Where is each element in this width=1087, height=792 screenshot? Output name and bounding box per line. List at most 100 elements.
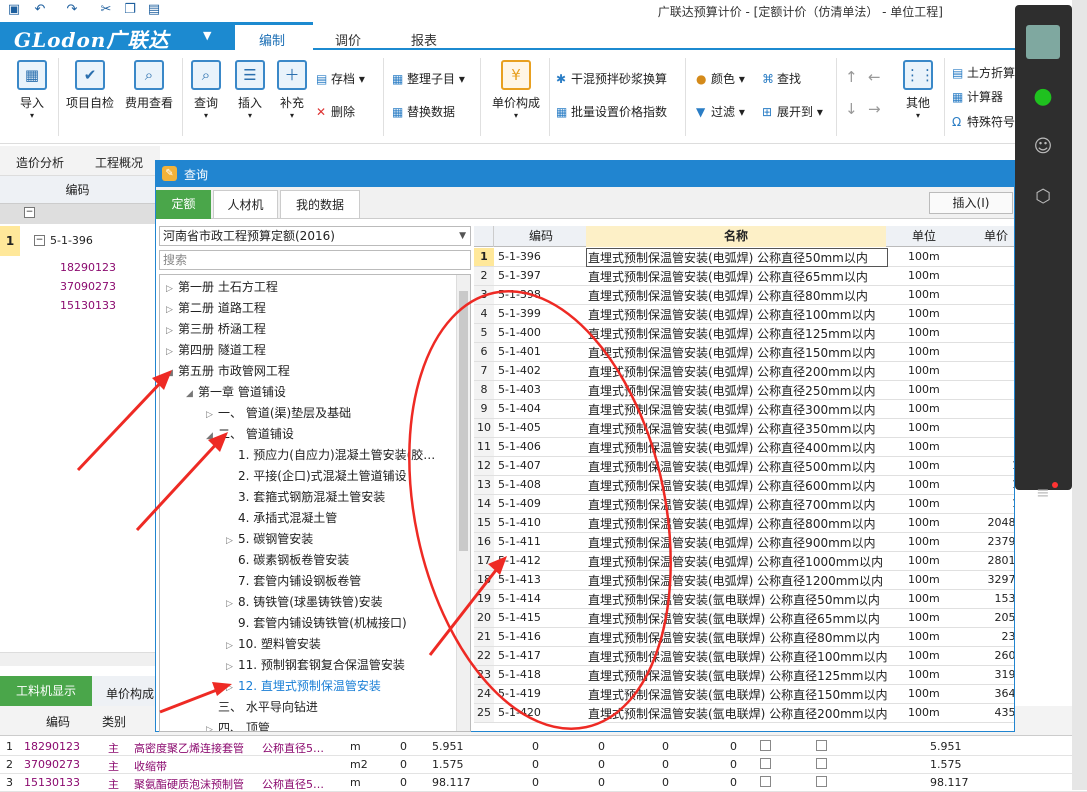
- expand-toggle-icon[interactable]: ▷: [166, 342, 178, 363]
- delete-button[interactable]: ✕ 删除: [316, 103, 355, 120]
- checkbox[interactable]: [760, 758, 771, 769]
- tab-labor-material[interactable]: 人材机: [213, 190, 278, 219]
- search-input[interactable]: 搜索: [159, 250, 471, 270]
- tree-node[interactable]: ▷ 第二册 道路工程: [166, 298, 266, 319]
- grid-row[interactable]: 21 5-1-416 直埋式预制保温管安装(氩电联焊) 公称直径80mm以内 100m…: [474, 628, 1014, 647]
- expand-toggle-icon[interactable]: ▷: [166, 279, 178, 300]
- dialog-title-bar[interactable]: ✎ 查询: [156, 161, 1014, 187]
- grid-row[interactable]: 19 5-1-414 直埋式预制保温管安装(氩电联焊) 公称直径50mm以内 100m…: [474, 590, 1014, 609]
- self-check-button[interactable]: ✔ 项目自检: [62, 60, 118, 111]
- grid-row[interactable]: 15-1-396直埋式预制保温管安装(电弧焊) 公称直径50mm以内100m14…: [474, 248, 1014, 267]
- left-code-item[interactable]: 18290123: [60, 261, 116, 274]
- organize-button[interactable]: ▦ 整理子目 ▾: [392, 70, 465, 87]
- tree-node[interactable]: ◢ 第五册 市政管网工程: [166, 361, 290, 382]
- menu-tab-edit[interactable]: 编制: [259, 30, 285, 49]
- grid-row[interactable]: 22 5-1-417 直埋式预制保温管安装(氩电联焊) 公称直径100mm以内 100…: [474, 647, 1014, 666]
- grid-row[interactable]: 6 5-1-401 直埋式预制保温管安装(电弧焊) 公称直径150mm以内 100m 3…: [474, 343, 1014, 362]
- tree-node[interactable]: 三、 水平导向钻进: [206, 697, 318, 718]
- menu-tab-report[interactable]: 报表: [411, 30, 437, 49]
- checkbox[interactable]: [760, 776, 771, 787]
- grid-row[interactable]: 12 5-1-407 直埋式预制保温管安装(电弧焊) 公称直径500mm以内 100m…: [474, 457, 1014, 476]
- filter-button[interactable]: ▼ 过滤 ▾: [696, 103, 745, 120]
- move-up-icon[interactable]: ↑: [845, 68, 858, 86]
- chat-icon[interactable]: ●: [1029, 83, 1057, 111]
- fee-view-button[interactable]: ⌕ 费用查看: [121, 60, 177, 111]
- mortar-convert-button[interactable]: ✱ 干混预拌砂浆换算: [556, 70, 667, 87]
- tree-node[interactable]: ▷ 12. 直埋式预制保温管安装: [226, 676, 381, 697]
- tree-node[interactable]: ▷ 10. 塑料管安装: [226, 634, 321, 655]
- expand-toggle-icon[interactable]: ▷: [226, 678, 238, 699]
- expand-toggle-icon[interactable]: ▷: [166, 321, 178, 342]
- grid-row[interactable]: 24 5-1-419 直埋式预制保温管安装(氩电联焊) 公称直径150mm以内 100…: [474, 685, 1014, 704]
- move-down-icon[interactable]: ↓: [845, 100, 858, 118]
- import-button[interactable]: ▦ 导入 ▾: [12, 60, 52, 120]
- supplement-button[interactable]: ＋补充 ▾: [272, 60, 312, 120]
- save-archive-button[interactable]: ▤ 存档 ▾: [316, 70, 365, 87]
- checkbox[interactable]: [760, 740, 771, 751]
- expand-toggle-icon[interactable]: ◢: [186, 384, 198, 405]
- tab-project-overview[interactable]: 工程概况: [95, 154, 143, 171]
- tab-material-display[interactable]: 工料机显示: [0, 676, 92, 706]
- expand-toggle-icon[interactable]: ▷: [166, 300, 178, 321]
- tab-my-data[interactable]: 我的数据: [280, 190, 360, 219]
- query-button[interactable]: ⌕ 查询 ▾: [186, 60, 226, 120]
- redo-icon[interactable]: ↷: [64, 2, 80, 18]
- tab-unit-price-composition[interactable]: 单价构成: [106, 685, 154, 702]
- save-icon[interactable]: ▣: [6, 2, 22, 18]
- grid-row[interactable]: 18 5-1-413 直埋式预制保温管安装(电弧焊) 公称直径1200mm以内 100…: [474, 571, 1014, 590]
- tree-node[interactable]: ▷ 5. 碳钢管安装: [226, 529, 313, 550]
- left-code-item[interactable]: 37090273: [60, 280, 116, 293]
- expand-toggle-icon[interactable]: ▷: [226, 657, 238, 678]
- box-icon[interactable]: ⬡: [1029, 183, 1057, 211]
- tree-node[interactable]: 4. 承插式混凝土管: [226, 508, 337, 529]
- logo-bar[interactable]: GLodon广联达 ▼: [0, 22, 235, 52]
- expand-to-button[interactable]: ⊞ 展开到 ▾: [762, 103, 823, 120]
- grid-row[interactable]: 4 5-1-399 直埋式预制保温管安装(电弧焊) 公称直径100mm以内 100m 2…: [474, 305, 1014, 324]
- grid-row[interactable]: 13 5-1-408 直埋式预制保温管安装(电弧焊) 公称直径600mm以内 100m…: [474, 476, 1014, 495]
- contacts-icon[interactable]: ☺: [1029, 133, 1057, 161]
- grid-row[interactable]: 2 5-1-397 直埋式预制保温管安装(电弧焊) 公称直径65mm以内 100m 20…: [474, 267, 1014, 286]
- chevron-down-icon[interactable]: ▼: [459, 227, 466, 245]
- expand-toggle-icon[interactable]: ◢: [206, 426, 218, 447]
- expand-toggle-icon[interactable]: ▷: [226, 531, 238, 552]
- grid-row[interactable]: 14 5-1-409 直埋式预制保温管安装(电弧焊) 公称直径700mm以内 100m…: [474, 495, 1014, 514]
- tree-node[interactable]: 1. 预应力(自应力)混凝土管安装(胶…: [226, 445, 435, 466]
- chevron-down-icon[interactable]: ▼: [203, 29, 211, 42]
- checkbox[interactable]: [816, 740, 827, 751]
- bottom-table-row[interactable]: 1 18290123 主 高密度聚乙烯连接套管 公称直径5… m 0 5.951 0 0 0 0 5.9…: [0, 738, 1087, 756]
- grid-row[interactable]: 11 5-1-406 直埋式预制保温管安装(电弧焊) 公称直径400mm以内 100m…: [474, 438, 1014, 457]
- grid-row[interactable]: 10 5-1-405 直埋式预制保温管安装(电弧焊) 公称直径350mm以内 100m…: [474, 419, 1014, 438]
- tree-node[interactable]: 6. 碳素钢板卷管安装: [226, 550, 349, 571]
- tree-node[interactable]: ▷ 8. 铸铁管(球墨铸铁管)安装: [226, 592, 383, 613]
- grid-row[interactable]: 16 5-1-411 直埋式预制保温管安装(电弧焊) 公称直径900mm以内 100m…: [474, 533, 1014, 552]
- quota-library-select[interactable]: 河南省市政工程预算定额(2016) ▼: [159, 226, 471, 246]
- expand-toggle-icon[interactable]: ◢: [166, 363, 178, 384]
- earth-convert-button[interactable]: ▤ 土方折算: [952, 64, 1015, 81]
- expand-toggle-icon[interactable]: ▷: [206, 720, 218, 731]
- left-horizontal-scrollbar[interactable]: [0, 652, 155, 666]
- undo-icon[interactable]: ↶: [32, 2, 48, 18]
- batch-index-button[interactable]: ▦ 批量设置价格指数: [556, 103, 667, 120]
- unit-price-button[interactable]: ¥ 单价构成 ▾: [486, 60, 546, 120]
- grid-row[interactable]: 7 5-1-402 直埋式预制保温管安装(电弧焊) 公称直径200mm以内 100m 4…: [474, 362, 1014, 381]
- tree-node[interactable]: ◢ 第一章 管道铺设: [186, 382, 286, 403]
- dialog-insert-button[interactable]: 插入(I): [929, 192, 1013, 214]
- expand-toggle-icon[interactable]: ▷: [226, 594, 238, 615]
- bottom-table-row[interactable]: 3 15130133 主聚氨酯硬质泡沫预制管 公称直径5… m 0 98.117 0 0 0 0 98…: [0, 774, 1087, 792]
- grid-row[interactable]: 9 5-1-404 直埋式预制保温管安装(电弧焊) 公称直径300mm以内 100m 6…: [474, 400, 1014, 419]
- tab-cost-analysis[interactable]: 造价分析: [16, 154, 64, 171]
- grid-row[interactable]: 23 5-1-418 直埋式预制保温管安装(氩电联焊) 公称直径125mm以内 100…: [474, 666, 1014, 685]
- replace-data-button[interactable]: ▦ 替换数据: [392, 103, 455, 120]
- copy-icon[interactable]: ❐: [122, 2, 138, 18]
- expand-toggle-icon[interactable]: ▷: [226, 636, 238, 657]
- bottom-table-row[interactable]: 2 37090273 主 收缩带 m2 0 1.575 0 0 0 0 1.575: [0, 756, 1087, 774]
- tree-scrollbar[interactable]: [456, 275, 470, 731]
- paste-icon[interactable]: ▤: [146, 2, 162, 18]
- calculator-button[interactable]: ▦ 计算器: [952, 88, 1003, 105]
- left-code-item[interactable]: 15130133: [60, 299, 116, 312]
- collapse-icon[interactable]: −: [34, 235, 45, 246]
- tree-node[interactable]: 7. 套管内铺设钢板卷管: [226, 571, 361, 592]
- find-button[interactable]: ⌘ 查找: [762, 70, 801, 87]
- tree-node[interactable]: ▷ 第一册 土石方工程: [166, 277, 278, 298]
- tree-node[interactable]: ▷ 一、 管道(渠)垫层及基础: [206, 403, 351, 424]
